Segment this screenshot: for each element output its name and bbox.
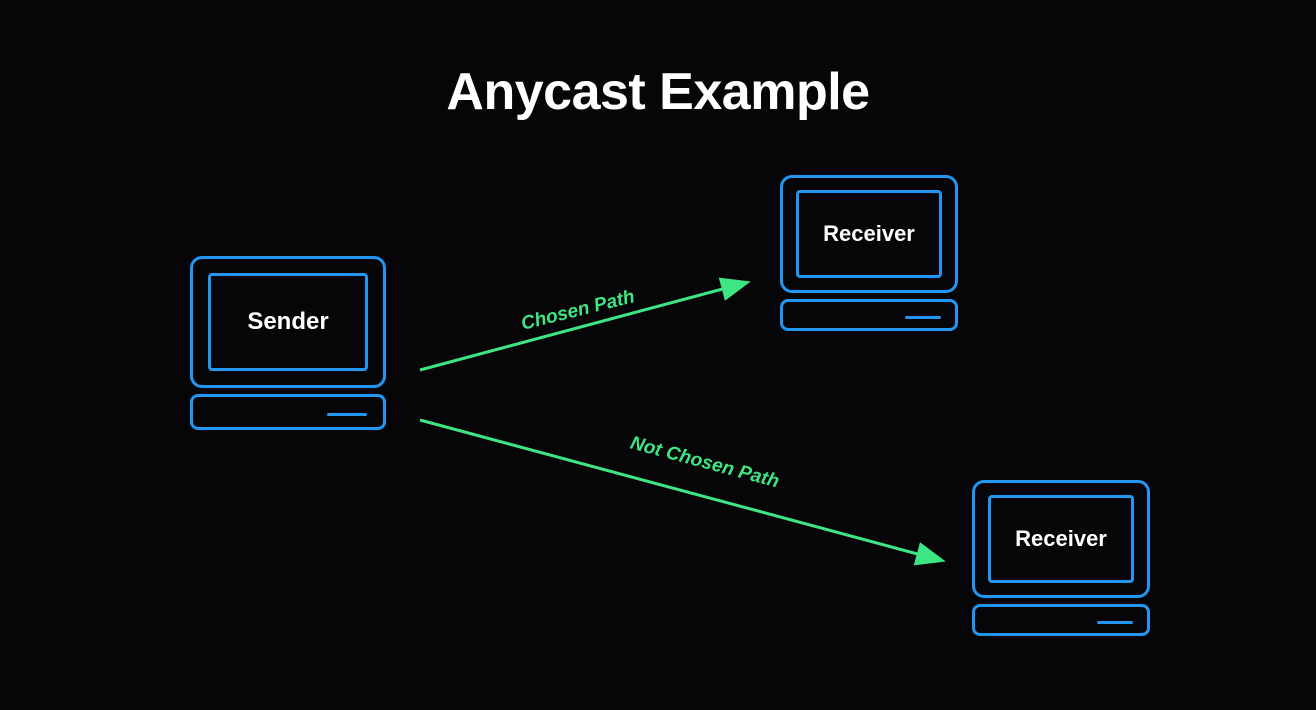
receiver2-label: Receiver bbox=[1015, 526, 1107, 552]
chosen-path-label: Chosen Path bbox=[519, 286, 637, 335]
sender-computer-icon: Sender bbox=[190, 256, 386, 430]
sender-label: Sender bbox=[247, 308, 328, 336]
chosen-path-arrow bbox=[420, 283, 745, 370]
not-chosen-path-arrow bbox=[420, 420, 940, 560]
diagram-title: Anycast Example bbox=[446, 62, 869, 122]
receiver1-computer-icon: Receiver bbox=[780, 175, 958, 331]
not-chosen-path-label: Not Chosen Path bbox=[628, 433, 782, 494]
receiver2-computer-icon: Receiver bbox=[972, 480, 1150, 636]
receiver1-label: Receiver bbox=[823, 221, 915, 247]
